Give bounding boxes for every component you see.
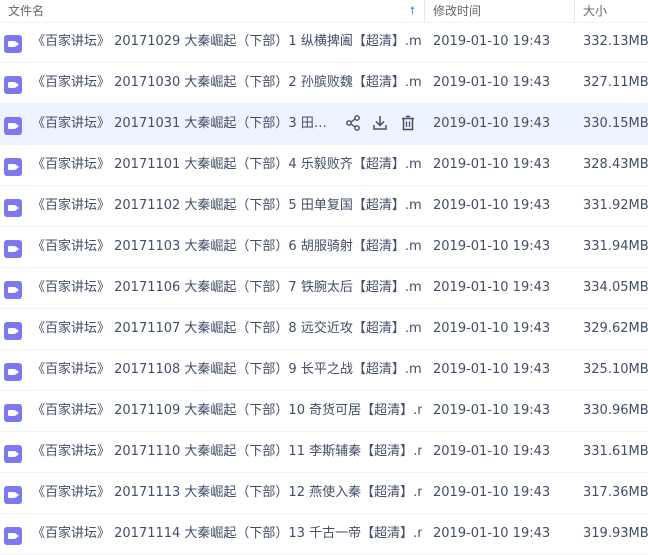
file-row[interactable]: 《百家讲坛》 20171102 大秦崛起（下部）5 田单复国【超清】.mp4 2…: [0, 186, 648, 227]
file-name[interactable]: 《百家讲坛》 20171101 大秦崛起（下部）4 乐毅败齐【超清】.mp4: [32, 145, 422, 185]
video-file-icon: [4, 199, 22, 217]
file-name[interactable]: 《百家讲坛》 20171029 大秦崛起（下部）1 纵横捭阖【超清】.mp4: [32, 22, 422, 62]
file-modified-time: 2019-01-10 19:43: [433, 321, 551, 336]
video-file-icon: [4, 527, 22, 545]
file-size: 331.61MB: [583, 444, 648, 459]
file-modified-time: 2019-01-10 19:43: [433, 362, 551, 377]
video-file-icon: [4, 486, 22, 504]
file-name[interactable]: 《百家讲坛》 20171030 大秦崛起（下部）2 孙膑败魏【超清】.mp4: [32, 63, 422, 103]
video-file-icon: [4, 35, 22, 53]
file-modified-time: 2019-01-10 19:43: [433, 403, 551, 418]
file-row[interactable]: 《百家讲坛》 20171113 大秦崛起（下部）12 燕使入秦【超清】.mp4 …: [0, 473, 648, 514]
file-modified-time: 2019-01-10 19:43: [433, 75, 551, 90]
file-size: 327.11MB: [583, 75, 648, 90]
file-size: 325.10MB: [583, 362, 648, 377]
video-file-icon: [4, 445, 22, 463]
file-size: 330.96MB: [583, 403, 648, 418]
file-name[interactable]: 《百家讲坛》 20171109 大秦崛起（下部）10 奇货可居【超清】.mp4: [32, 391, 422, 431]
file-modified-time: 2019-01-10 19:43: [433, 116, 551, 131]
video-file-icon: [4, 158, 22, 176]
file-name[interactable]: 《百家讲坛》 20171102 大秦崛起（下部）5 田单复国【超清】.mp4: [32, 186, 422, 226]
file-modified-time: 2019-01-10 19:43: [433, 280, 551, 295]
file-row[interactable]: 《百家讲坛》 20171110 大秦崛起（下部）11 李斯辅秦【超清】.mp4 …: [0, 432, 648, 473]
file-size: 330.15MB: [583, 116, 648, 131]
file-size: 329.62MB: [583, 321, 648, 336]
video-file-icon: [4, 363, 22, 381]
column-header-size[interactable]: 大小: [583, 0, 607, 22]
column-divider[interactable]: [574, 0, 575, 22]
file-row[interactable]: 《百家讲坛》 20171108 大秦崛起（下部）9 长平之战【超清】.mp4 2…: [0, 350, 648, 391]
column-divider[interactable]: [424, 0, 425, 22]
file-row[interactable]: 《百家讲坛》 20171114 大秦崛起（下部）13 千古一帝【超清】.mp4 …: [0, 514, 648, 555]
file-modified-time: 2019-01-10 19:43: [433, 239, 551, 254]
file-size: 331.94MB: [583, 239, 648, 254]
file-size: 332.13MB: [583, 34, 648, 49]
file-size: 331.92MB: [583, 198, 648, 213]
arrow-up-icon[interactable]: 🠕: [410, 0, 415, 22]
delete-icon[interactable]: [399, 114, 419, 134]
video-file-icon: [4, 404, 22, 422]
file-size: 319.93MB: [583, 526, 648, 541]
file-row[interactable]: 《百家讲坛》 20171030 大秦崛起（下部）2 孙膑败魏【超清】.mp4 2…: [0, 63, 648, 104]
video-file-icon: [4, 322, 22, 340]
video-file-icon: [4, 76, 22, 94]
file-name[interactable]: 《百家讲坛》 20171114 大秦崛起（下部）13 千古一帝【超清】.mp4: [32, 514, 422, 554]
file-name[interactable]: 《百家讲坛》 20171103 大秦崛起（下部）6 胡服骑射【超清】.mp4: [32, 227, 422, 267]
file-modified-time: 2019-01-10 19:43: [433, 157, 551, 172]
download-icon[interactable]: [371, 114, 391, 134]
file-row[interactable]: 《百家讲坛》 20171103 大秦崛起（下部）6 胡服骑射【超清】.mp4 2…: [0, 227, 648, 268]
file-modified-time: 2019-01-10 19:43: [433, 444, 551, 459]
file-name[interactable]: 《百家讲坛》 20171113 大秦崛起（下部）12 燕使入秦【超清】.mp4: [32, 473, 422, 513]
file-row-hovered[interactable]: 《百家讲坛》 20171031 大秦崛起（下部）3 田齐霸业... 2019-0…: [0, 104, 648, 145]
file-name[interactable]: 《百家讲坛》 20171031 大秦崛起（下部）3 田齐霸业...: [32, 104, 332, 144]
file-name[interactable]: 《百家讲坛》 20171108 大秦崛起（下部）9 长平之战【超清】.mp4: [32, 350, 422, 390]
file-list-header: 文件名 🠕 修改时间 大小: [0, 0, 648, 23]
column-header-modified-time[interactable]: 修改时间: [433, 0, 481, 22]
file-row[interactable]: 《百家讲坛》 20171109 大秦崛起（下部）10 奇货可居【超清】.mp4 …: [0, 391, 648, 432]
file-modified-time: 2019-01-10 19:43: [433, 526, 551, 541]
file-modified-time: 2019-01-10 19:43: [433, 34, 551, 49]
file-list: 《百家讲坛》 20171029 大秦崛起（下部）1 纵横捭阖【超清】.mp4 2…: [0, 22, 648, 555]
video-file-icon: [4, 240, 22, 258]
file-row[interactable]: 《百家讲坛》 20171101 大秦崛起（下部）4 乐毅败齐【超清】.mp4 2…: [0, 145, 648, 186]
file-modified-time: 2019-01-10 19:43: [433, 485, 551, 500]
video-file-icon: [4, 281, 22, 299]
file-row[interactable]: 《百家讲坛》 20171107 大秦崛起（下部）8 远交近攻【超清】.mp4 2…: [0, 309, 648, 350]
video-file-icon: [4, 117, 22, 135]
file-size: 334.05MB: [583, 280, 648, 295]
file-row[interactable]: 《百家讲坛》 20171106 大秦崛起（下部）7 铁腕太后【超清】.mp4 2…: [0, 268, 648, 309]
file-modified-time: 2019-01-10 19:43: [433, 198, 551, 213]
file-name[interactable]: 《百家讲坛》 20171107 大秦崛起（下部）8 远交近攻【超清】.mp4: [32, 309, 422, 349]
column-header-name[interactable]: 文件名: [8, 0, 44, 22]
file-size: 317.36MB: [583, 485, 648, 500]
file-row[interactable]: 《百家讲坛》 20171029 大秦崛起（下部）1 纵横捭阖【超清】.mp4 2…: [0, 22, 648, 63]
file-name[interactable]: 《百家讲坛》 20171110 大秦崛起（下部）11 李斯辅秦【超清】.mp4: [32, 432, 422, 472]
share-icon[interactable]: [344, 114, 364, 134]
file-name[interactable]: 《百家讲坛》 20171106 大秦崛起（下部）7 铁腕太后【超清】.mp4: [32, 268, 422, 308]
file-size: 328.43MB: [583, 157, 648, 172]
